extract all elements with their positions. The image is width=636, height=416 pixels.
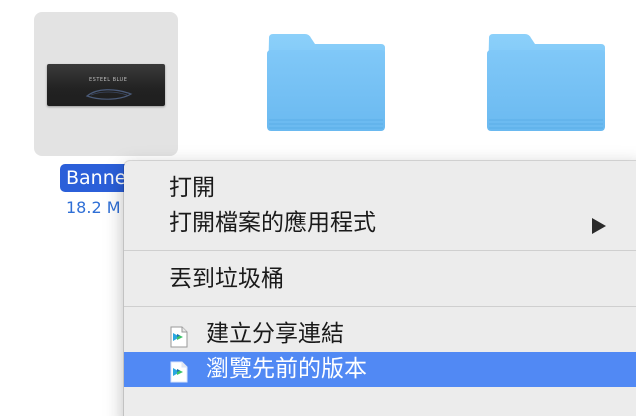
file-size-label: 18.2 M bbox=[66, 198, 121, 217]
banner-image-thumbnail[interactable]: ESTEEL BLUE bbox=[47, 64, 165, 106]
menu-separator bbox=[124, 250, 636, 251]
menu-item-label: 丟到垃圾桶 bbox=[169, 266, 284, 292]
menu-item-create-share-link[interactable]: 建立分享連結 bbox=[124, 317, 636, 352]
menu-item-label: 建立分享連結 bbox=[206, 321, 344, 347]
file-name-label[interactable]: Banne bbox=[60, 164, 133, 192]
chevron-right-icon bbox=[592, 218, 606, 234]
sync-app-icon bbox=[169, 324, 189, 348]
menu-item-label: 打開檔案的應用程式 bbox=[169, 210, 376, 236]
swoosh-icon bbox=[85, 89, 133, 100]
menu-item-label: 瀏覽先前的版本 bbox=[206, 356, 367, 382]
menu-item-move-to-trash[interactable]: 丟到垃圾桶 bbox=[124, 261, 636, 297]
finder-desktop: ESTEEL BLUE Banne 18.2 M 打開 打開檔案的應用程式 丟到… bbox=[0, 0, 636, 416]
context-menu: 打開 打開檔案的應用程式 丟到垃圾桶 建立分享連結 瀏覽先前的版本 bbox=[124, 161, 636, 416]
thumbnail-caption: ESTEEL BLUE bbox=[89, 77, 128, 83]
menu-item-open-with[interactable]: 打開檔案的應用程式 bbox=[124, 206, 636, 241]
folder-icon[interactable] bbox=[265, 34, 387, 134]
menu-item-open[interactable]: 打開 bbox=[124, 170, 636, 206]
menu-separator bbox=[124, 306, 636, 307]
menu-item-label: 打開 bbox=[169, 175, 215, 201]
sync-app-icon bbox=[169, 359, 189, 383]
folder-icon[interactable] bbox=[485, 34, 607, 134]
menu-item-browse-previous-versions[interactable]: 瀏覽先前的版本 bbox=[124, 352, 636, 387]
